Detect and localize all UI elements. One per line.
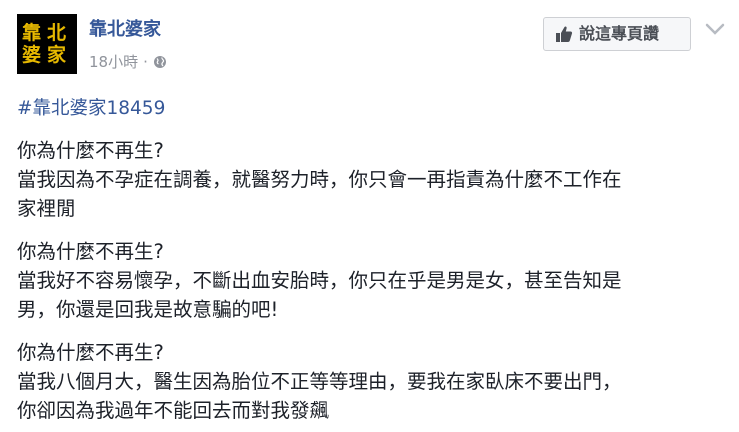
paragraph-line: 男，你還是回我是故意騙的吧! xyxy=(17,298,279,321)
paragraph-line: 當我八個月大，醫生因為胎位不正等等理由，要我在家臥床不要出門， xyxy=(17,370,622,393)
page-name-link[interactable]: 靠北婆家 xyxy=(89,19,161,41)
paragraph-line: 你為什麼不再生? xyxy=(17,240,164,263)
paragraph-line: 你為什麼不再生? xyxy=(17,341,164,364)
thumbs-up-icon xyxy=(555,25,573,43)
avatar-text-line-1: 靠北 xyxy=(21,22,72,44)
paragraph-line: 當我因為不孕症在調養，就醫努力時，你只會一再指責為什麼不工作在 xyxy=(17,168,622,191)
globe-icon[interactable] xyxy=(153,55,167,69)
chevron-down-icon xyxy=(705,23,725,35)
paragraph-line: 家裡閒 xyxy=(17,197,76,220)
facebook-post: 靠北 婆家 靠北婆家 18小時 · 說這專頁讚 #靠北婆家18459 你為什麼不… xyxy=(0,0,739,432)
post-meta: 18小時 · xyxy=(89,53,167,71)
avatar-text-line-2: 婆家 xyxy=(21,44,72,66)
meta-separator: · xyxy=(143,53,148,71)
like-button-label: 說這專頁讚 xyxy=(579,24,660,43)
post-paragraph: 你為什麼不再生? 當我八個月大，醫生因為胎位不正等等理由，要我在家臥床不要出門，… xyxy=(17,338,729,425)
like-page-button[interactable]: 說這專頁讚 xyxy=(543,17,691,51)
paragraph-line: 你為什麼不再生? xyxy=(17,139,164,162)
post-paragraph: 你為什麼不再生? 當我好不容易懷孕，不斷出血安胎時，你只在乎是男是女，甚至告知是… xyxy=(17,237,729,324)
paragraph-line: 你卻因為我過年不能回去而對我發飆 xyxy=(17,399,330,422)
post-menu-button[interactable] xyxy=(703,17,727,41)
page-avatar[interactable]: 靠北 婆家 xyxy=(17,14,77,74)
post-paragraph: 你為什麼不再生? 當我因為不孕症在調養，就醫努力時，你只會一再指責為什麼不工作在… xyxy=(17,136,729,223)
post-timestamp[interactable]: 18小時 xyxy=(89,53,138,71)
post-hashtag[interactable]: #靠北婆家18459 xyxy=(17,97,165,121)
paragraph-line: 當我好不容易懷孕，不斷出血安胎時，你只在乎是男是女，甚至告知是 xyxy=(17,269,622,292)
